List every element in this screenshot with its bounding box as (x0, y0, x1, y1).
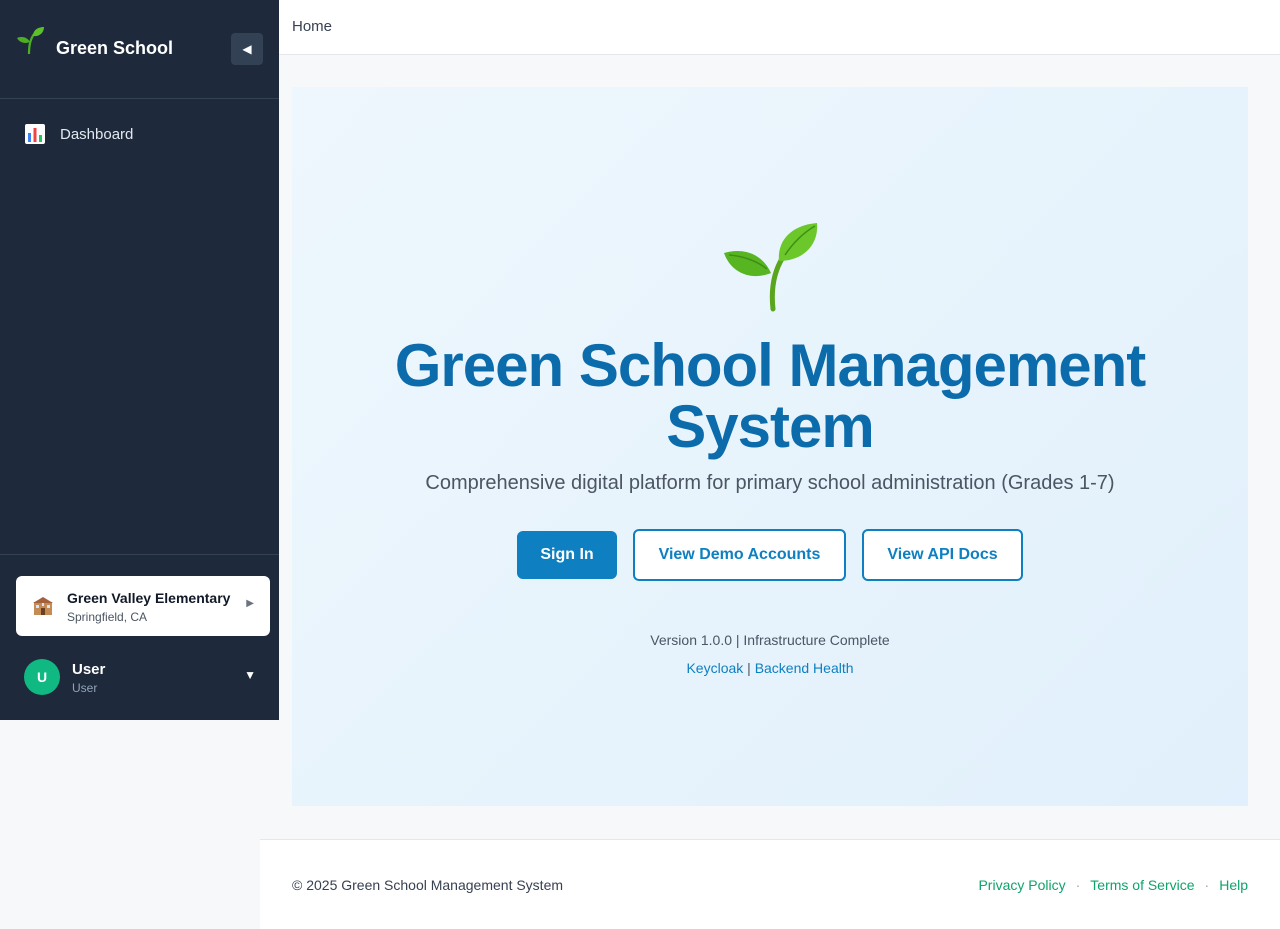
user-menu[interactable]: U User User ▼ (24, 655, 264, 699)
breadcrumb: Home (292, 18, 333, 35)
view-api-docs-button[interactable]: View API Docs (862, 529, 1023, 581)
service-links: Keycloak | Backend Health (292, 660, 1248, 676)
keycloak-link[interactable]: Keycloak (686, 660, 743, 676)
school-icon (33, 597, 53, 615)
page-title: Green School Management System (292, 335, 1248, 457)
page-subtitle: Comprehensive digital platform for prima… (425, 472, 1115, 494)
avatar: U (24, 659, 60, 695)
footer-separator: · (1075, 877, 1081, 893)
school-selector[interactable]: Green Valley Elementary Springfield, CA … (16, 576, 270, 636)
version-info: Version 1.0.0 | Infrastructure Complete (650, 632, 890, 648)
sidebar-header: Green School ◀ (0, 0, 279, 99)
sidebar-item-dashboard[interactable]: Dashboard (16, 117, 263, 151)
user-name: User (72, 661, 106, 678)
footer: © 2025 Green School Management System Pr… (260, 839, 1280, 929)
top-bar: Home (279, 0, 1280, 55)
sidebar: Green School ◀ Dashboard Green Valley El… (0, 0, 279, 720)
sprout-icon (17, 27, 44, 55)
terms-of-service-link[interactable]: Terms of Service (1090, 877, 1194, 893)
chevron-right-icon: ▶ (246, 598, 254, 609)
sidebar-item-label: Dashboard (60, 125, 134, 143)
copyright: © 2025 Green School Management System (292, 877, 564, 893)
view-demo-accounts-button[interactable]: View Demo Accounts (633, 529, 846, 581)
title-line-1: Green School Management (394, 332, 1147, 399)
sidebar-footer: Green Valley Elementary Springfield, CA … (0, 554, 279, 721)
footer-separator: · (1204, 877, 1210, 893)
title-line-2: System (666, 393, 874, 460)
user-role: User (72, 681, 98, 695)
school-name: Green Valley Elementary (67, 590, 231, 606)
sprout-icon (724, 223, 818, 312)
link-separator: | (743, 660, 755, 676)
school-location: Springfield, CA (67, 610, 148, 624)
bar-chart-icon (25, 124, 45, 144)
chevron-left-icon: ◀ (242, 42, 252, 56)
help-link[interactable]: Help (1219, 877, 1248, 893)
chevron-down-icon: ▼ (244, 668, 256, 682)
hero-section: Green School Management System Comprehen… (292, 87, 1248, 806)
collapse-sidebar-button[interactable]: ◀ (231, 33, 263, 65)
backend-health-link[interactable]: Backend Health (755, 660, 854, 676)
footer-links: Privacy Policy · Terms of Service · Help (978, 877, 1248, 893)
sign-in-button[interactable]: Sign In (517, 531, 617, 579)
privacy-policy-link[interactable]: Privacy Policy (978, 877, 1065, 893)
app-title: Green School (56, 38, 174, 58)
